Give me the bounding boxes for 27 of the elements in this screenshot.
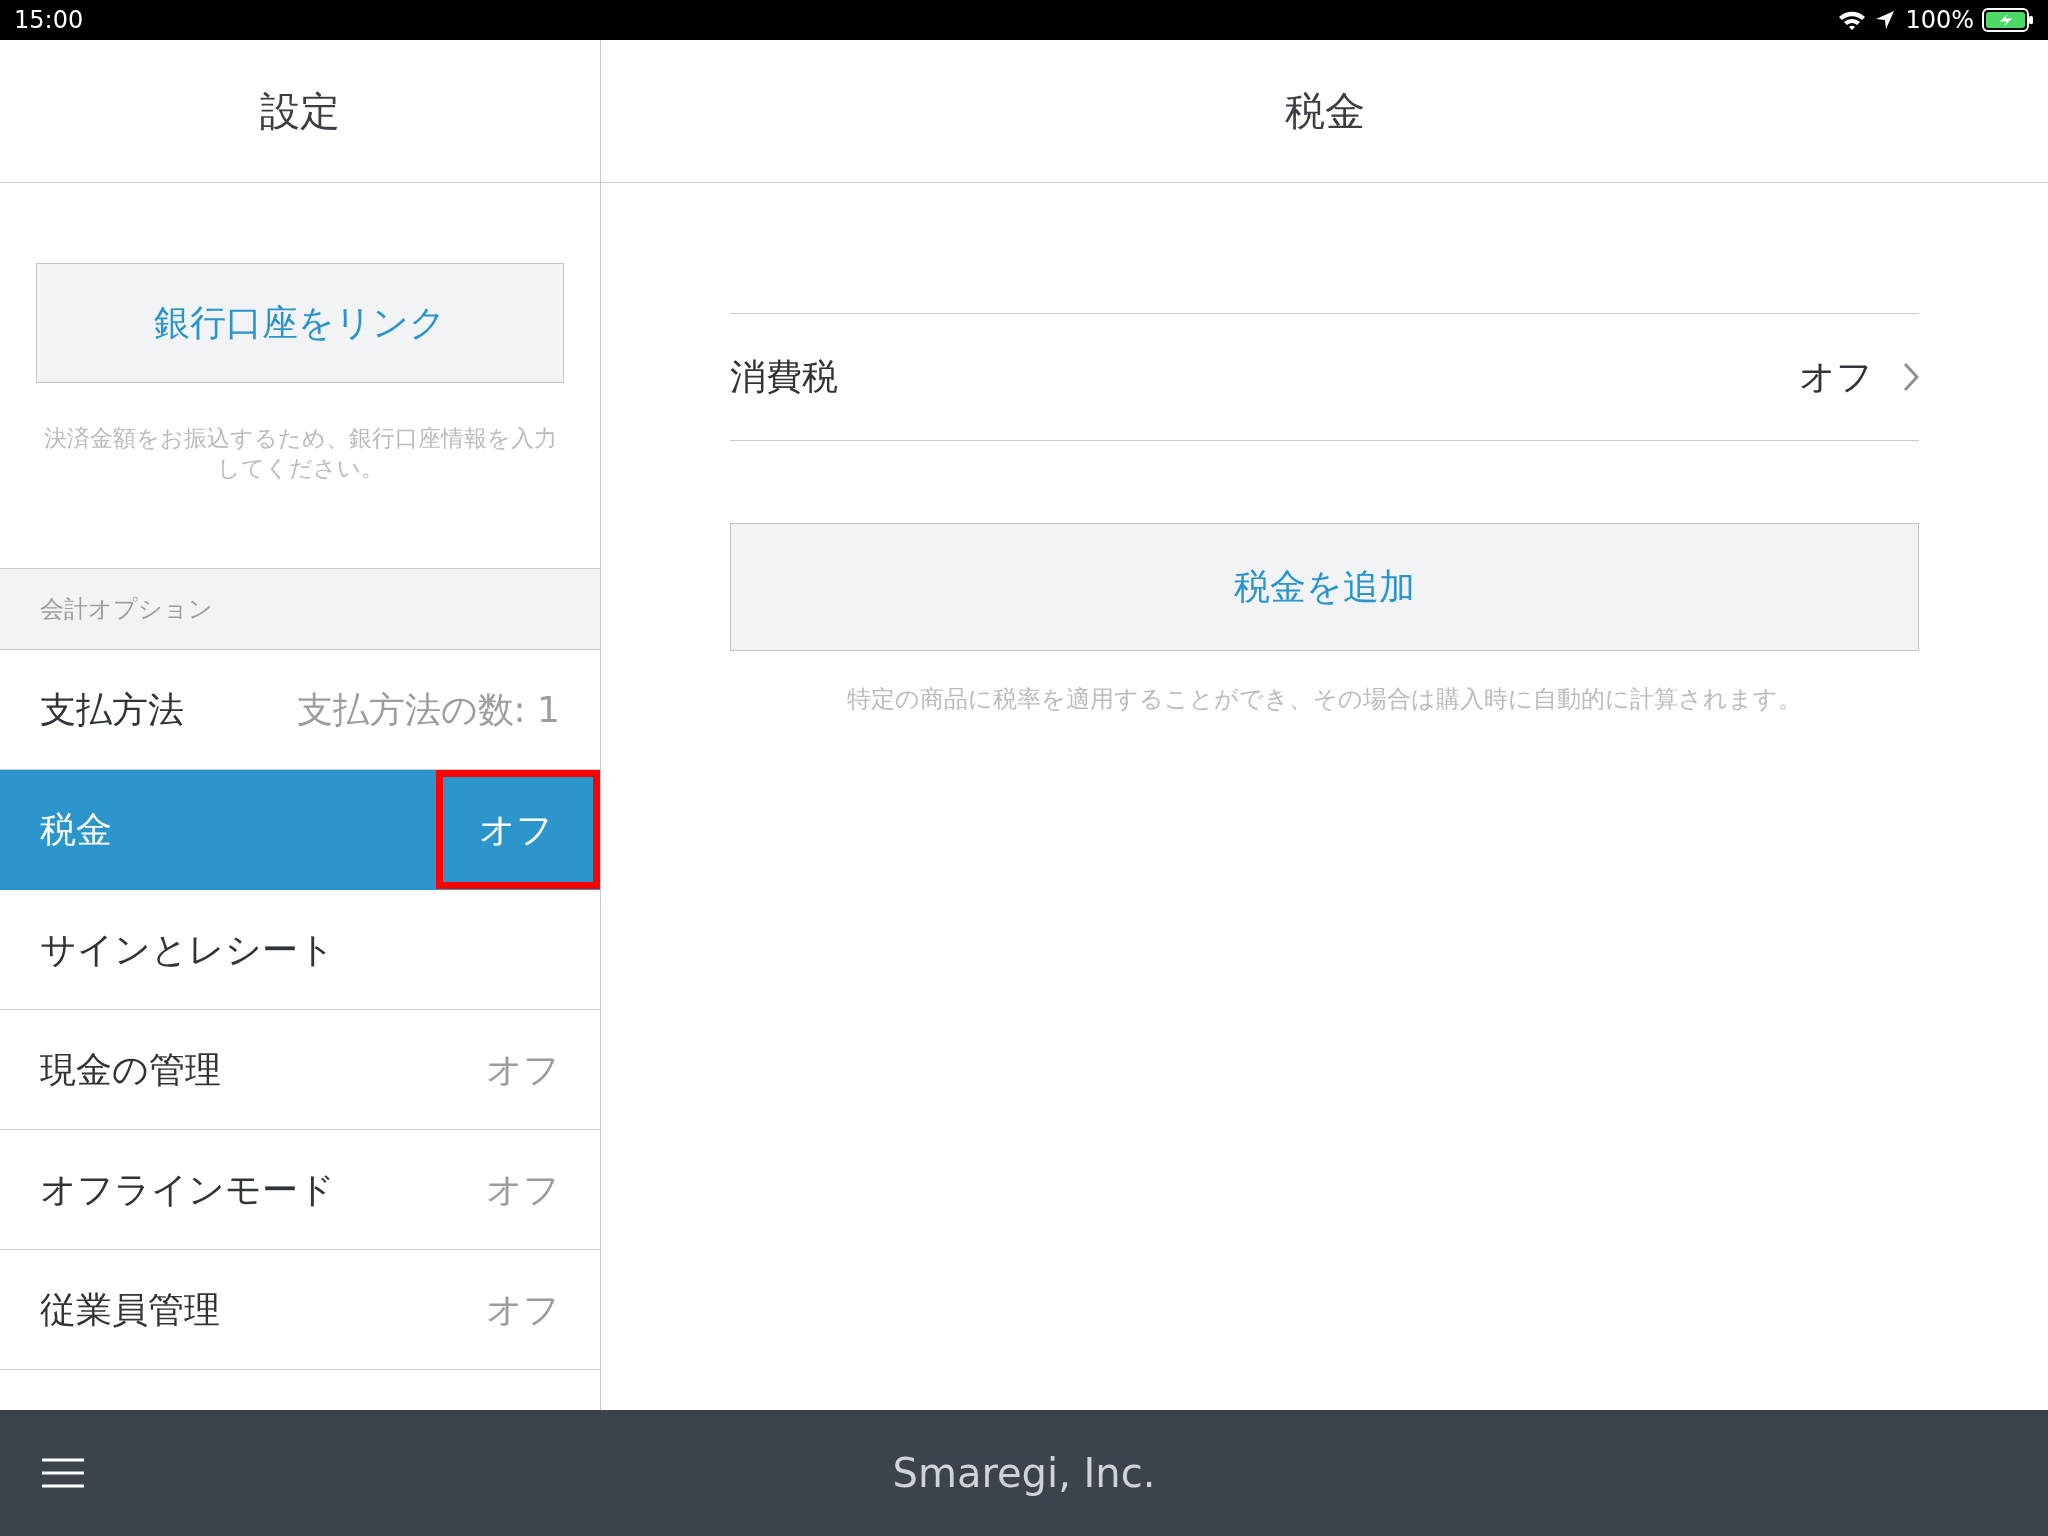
row-value: オフ [486,1287,560,1332]
wifi-icon [1837,9,1868,31]
row-label: 税金 [40,807,112,852]
menu-icon[interactable] [42,1458,84,1488]
footer-text: Smaregi, Inc. [892,1449,1156,1498]
tax-value: オフ [1799,355,1873,399]
page-title: 税金 [1284,87,1365,136]
row-label: 現金の管理 [40,1047,221,1092]
tax-hint: 特定の商品に税率を適用することができ、その場合は購入時に自動的に計算されます。 [846,684,1803,715]
row-label: 従業員管理 [40,1287,220,1332]
row-value: オフ [486,1167,560,1212]
battery-percentage: 100% [1905,5,1974,36]
row-label: オフラインモード [40,1167,335,1212]
chevron-right-icon [1903,362,1919,392]
charging-battery-icon [1982,8,2034,32]
row-label: サインとレシート [40,927,335,972]
status-time: 15:00 [14,5,84,36]
row-value: オフ [479,807,553,852]
tax-row[interactable]: 消費税 オフ [730,314,1919,441]
row-value: オフ [486,1047,560,1092]
section-header: 会計オプション [40,594,213,625]
tax-label: 消費税 [730,355,838,399]
row-label: 支払方法 [40,687,184,732]
bank-hint: 決済金額をお振込するため、銀行口座情報を入力してください。 [42,424,558,483]
row-value: 支払方法の数: 1 [296,687,560,732]
sidebar-title: 設定 [260,87,340,136]
location-arrow-icon [1875,10,1896,30]
